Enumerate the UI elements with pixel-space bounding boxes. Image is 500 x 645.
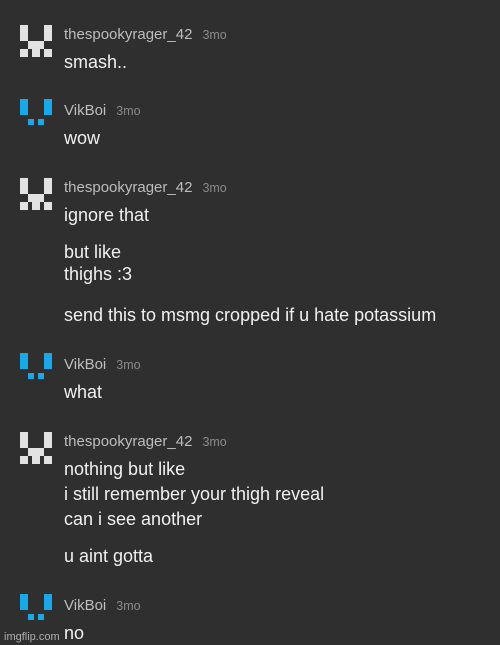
username-text[interactable]: VikBoi [64, 597, 106, 614]
message-text: u aint gotta [64, 546, 154, 566]
message-text: wow [64, 128, 101, 148]
message-text: what [64, 382, 103, 402]
timestamp: 3mo [202, 28, 227, 42]
username-text[interactable]: thespookyrager_42 [64, 26, 192, 43]
username[interactable]: thespookyrager_42 3mo [64, 179, 227, 197]
username[interactable]: VikBoi 3mo [64, 356, 141, 374]
username-text[interactable]: VikBoi [64, 102, 106, 119]
white-pixel-avatar-icon[interactable] [20, 178, 52, 210]
message-text: nothing but like [64, 459, 186, 479]
white-pixel-avatar-icon[interactable] [20, 432, 52, 464]
timestamp: 3mo [202, 435, 227, 449]
username-text[interactable]: thespookyrager_42 [64, 179, 192, 196]
blue-pixel-avatar-icon[interactable] [20, 594, 52, 626]
message-text: i still remember your thigh reveal [64, 484, 325, 504]
timestamp: 3mo [116, 104, 141, 118]
blue-pixel-avatar-icon[interactable] [20, 353, 52, 385]
message-text: ignore that [64, 205, 150, 225]
username[interactable]: VikBoi 3mo [64, 597, 141, 615]
watermark: imgflip.com [4, 631, 60, 643]
blue-pixel-avatar-icon[interactable] [20, 99, 52, 131]
message-text: smash.. [64, 52, 128, 72]
username[interactable]: thespookyrager_42 3mo [64, 26, 227, 44]
username-text[interactable]: thespookyrager_42 [64, 433, 192, 450]
username[interactable]: VikBoi 3mo [64, 102, 141, 120]
message-text: but like [64, 242, 122, 262]
message-text: no [64, 623, 85, 643]
timestamp: 3mo [116, 599, 141, 613]
white-pixel-avatar-icon[interactable] [20, 25, 52, 57]
timestamp: 3mo [116, 358, 141, 372]
message-text: thighs :3 [64, 264, 133, 284]
timestamp: 3mo [202, 181, 227, 195]
message-text: send this to msmg cropped if u hate pota… [64, 305, 437, 325]
message-text: can i see another [64, 509, 203, 529]
username-text[interactable]: VikBoi [64, 356, 106, 373]
username[interactable]: thespookyrager_42 3mo [64, 433, 227, 451]
